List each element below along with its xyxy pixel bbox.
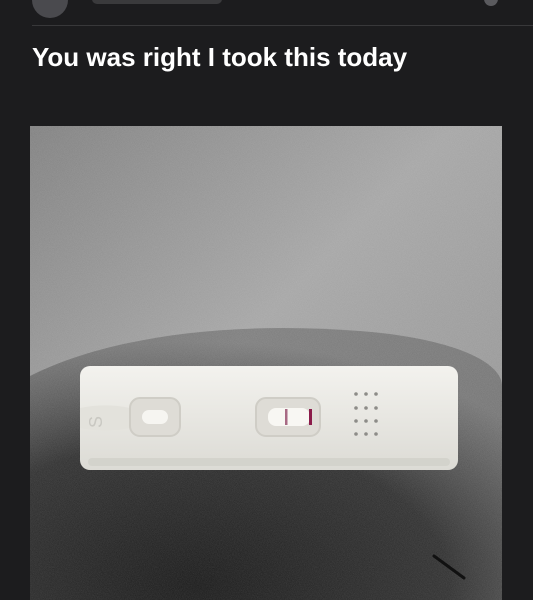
more-options-icon[interactable] — [484, 0, 498, 6]
surface-texture — [30, 126, 502, 600]
post-view: You was right I took this today S — [0, 0, 533, 600]
post-image[interactable]: S — [30, 126, 502, 600]
divider — [32, 25, 533, 26]
avatar[interactable] — [32, 0, 68, 18]
svg-text:S: S — [86, 416, 106, 428]
pregnancy-test-photo: S — [30, 126, 502, 600]
post-title: You was right I took this today — [32, 42, 408, 72]
author-name[interactable] — [92, 0, 222, 4]
post-header — [0, 0, 533, 26]
pregnancy-test: S — [80, 366, 458, 470]
